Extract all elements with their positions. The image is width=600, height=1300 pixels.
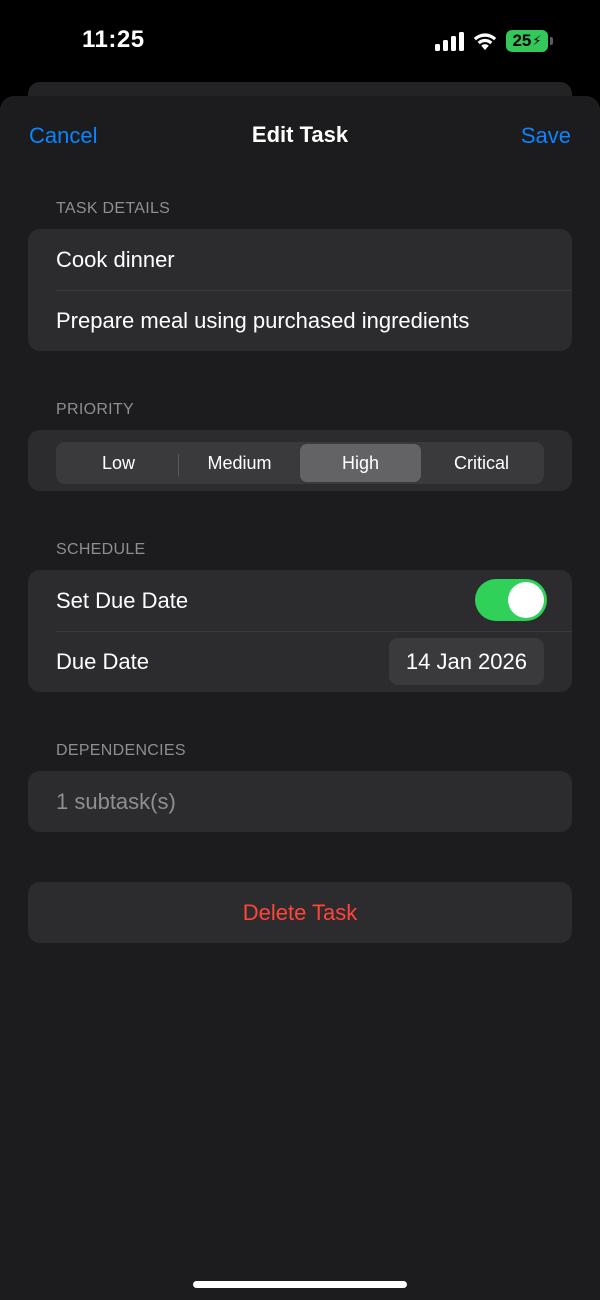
delete-group: Delete Task <box>28 882 572 943</box>
due-date-row: Due Date 14 Jan 2026 <box>28 631 572 692</box>
toggle-knob <box>508 582 544 618</box>
page-title: Edit Task <box>251 122 349 147</box>
battery-icon: 25 ⚡ <box>506 30 553 52</box>
segment-label: Medium <box>207 452 272 473</box>
segment-label: Critical <box>453 452 509 473</box>
due-date-label: Due Date <box>56 648 149 674</box>
status-bar: 11:25 25 ⚡ <box>0 0 600 84</box>
segment-label: Low <box>101 452 136 473</box>
nav-bar: Cancel Edit Task Save <box>0 96 600 176</box>
save-button[interactable]: Save <box>521 123 571 149</box>
priority-segment-high[interactable]: High <box>300 444 421 482</box>
subtasks-row[interactable]: 1 subtask(s) <box>28 771 572 832</box>
priority-segment-medium[interactable]: Medium <box>179 444 300 482</box>
dependencies-group: 1 subtask(s) <box>28 771 572 832</box>
set-due-date-row: Set Due Date <box>28 570 572 631</box>
section-header-schedule: SCHEDULE <box>56 541 146 558</box>
wifi-icon <box>473 33 497 50</box>
cellular-signal-icon <box>435 31 464 51</box>
priority-segment-critical[interactable]: Critical <box>421 444 542 482</box>
segment-label: High <box>341 452 380 473</box>
delete-task-button[interactable]: Delete Task <box>28 882 572 943</box>
section-header-dependencies: DEPENDENCIES <box>56 742 186 759</box>
priority-segmented-control: Low Medium High Critical <box>56 442 544 484</box>
priority-group: Low Medium High Critical <box>28 430 572 491</box>
screen: 11:25 25 ⚡ Cancel Edit Task Save TASK DET… <box>0 0 600 1300</box>
due-date-toggle[interactable] <box>475 579 547 621</box>
status-icons: 25 ⚡ <box>435 28 553 54</box>
task-details-group: Cook dinner Prepare meal using purchased… <box>28 229 572 351</box>
schedule-group: Set Due Date Due Date 14 Jan 2026 <box>28 570 572 692</box>
edit-task-sheet: Cancel Edit Task Save TASK DETAILS Cook … <box>0 96 600 1300</box>
task-title-field[interactable]: Cook dinner <box>28 229 572 290</box>
priority-segment-low[interactable]: Low <box>58 444 179 482</box>
task-description-field[interactable]: Prepare meal using purchased ingredients <box>28 290 572 351</box>
battery-level: 25 <box>512 31 532 50</box>
due-date-picker[interactable]: 14 Jan 2026 <box>388 638 544 685</box>
set-due-date-label: Set Due Date <box>56 587 189 613</box>
charging-bolt-icon: ⚡ <box>532 33 542 48</box>
section-header-priority: PRIORITY <box>56 401 134 418</box>
section-header-task-details: TASK DETAILS <box>56 200 171 217</box>
home-indicator[interactable] <box>193 1281 407 1288</box>
status-time: 11:25 <box>82 26 145 53</box>
